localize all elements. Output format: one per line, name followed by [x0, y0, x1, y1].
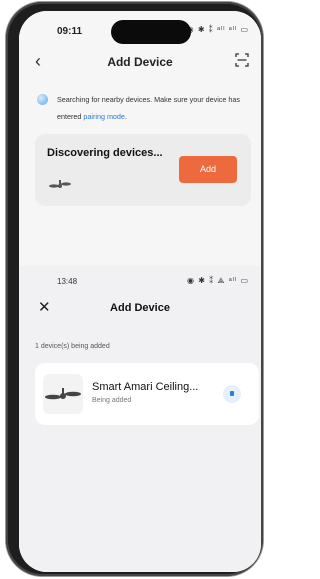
discovering-title: Discovering devices...	[47, 147, 163, 159]
device-status: Being added	[92, 397, 132, 404]
ceiling-fan-icon	[49, 180, 71, 188]
device-card[interactable]: Smart Amari Ceiling... Being added	[35, 363, 259, 425]
loading-icon	[223, 385, 241, 403]
discovering-card: Discovering devices... Add	[35, 134, 251, 206]
status-icons: ◉ ✱ ⁑ ⟁ ᵃˡˡ ▭	[187, 276, 249, 285]
scan-icon[interactable]	[235, 53, 249, 67]
dynamic-island	[111, 20, 191, 44]
device-thumbnail	[43, 374, 83, 414]
searching-icon	[37, 94, 48, 105]
devices-count: 1 device(s) being added	[35, 343, 110, 350]
bottom-screen: 13:48 ◉ ✱ ⁑ ⟁ ᵃˡˡ ▭ ✕ Add Device 1 devic…	[19, 266, 261, 572]
phone-frame: 09:11 ◉ ✱ ⁑ ᵃˡˡ ᵃˡˡ ▭ ‹ Add Device Searc…	[6, 2, 263, 576]
add-button[interactable]: Add	[179, 156, 237, 183]
searching-message: Searching for nearby devices. Make sure …	[57, 91, 257, 125]
pairing-mode-link[interactable]: pairing mode	[83, 112, 125, 121]
phone-screen: 09:11 ◉ ✱ ⁑ ᵃˡˡ ᵃˡˡ ▭ ‹ Add Device Searc…	[19, 11, 261, 572]
page-title: Add Device	[110, 302, 170, 314]
top-screen: 09:11 ◉ ✱ ⁑ ᵃˡˡ ᵃˡˡ ▭ ‹ Add Device Searc…	[19, 11, 261, 266]
status-time: 09:11	[57, 26, 83, 37]
page-title: Add Device	[107, 55, 173, 69]
device-name: Smart Amari Ceiling...	[92, 381, 199, 393]
status-time: 13:48	[57, 277, 78, 286]
status-icons: ◉ ✱ ⁑ ᵃˡˡ ᵃˡˡ ▭	[186, 25, 249, 34]
searching-end: .	[124, 112, 127, 121]
ceiling-fan-icon	[45, 388, 81, 400]
